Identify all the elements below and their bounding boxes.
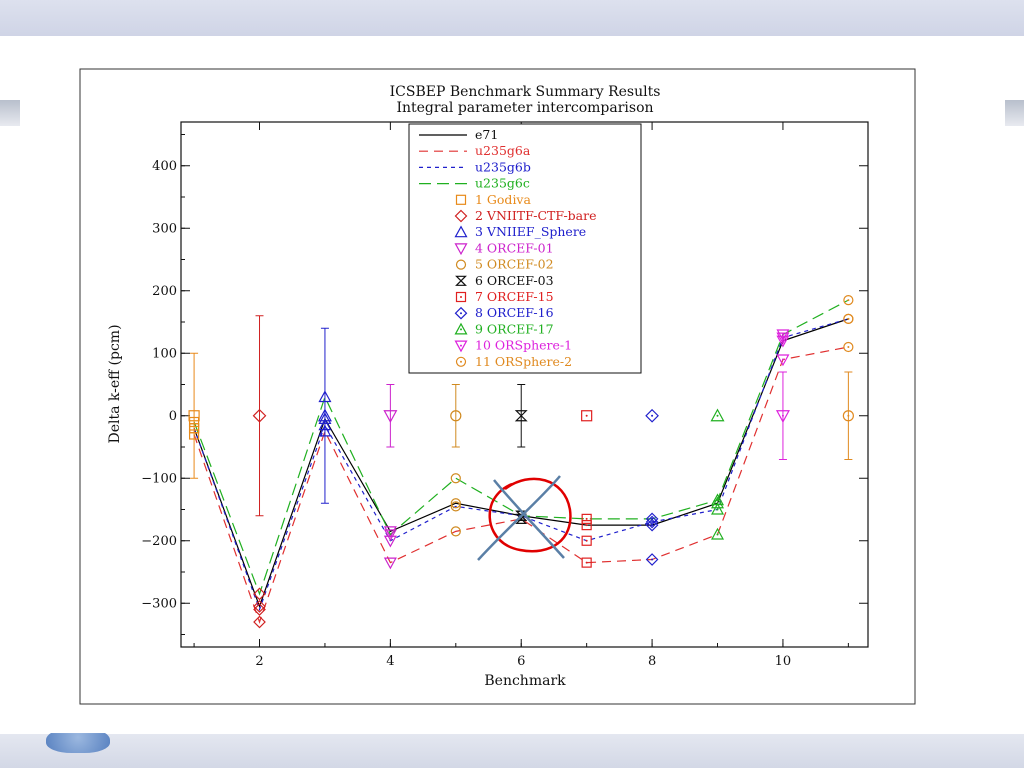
legend-marker-8-dot xyxy=(460,312,462,315)
chart-subtitle: Integral parameter intercomparison xyxy=(396,100,653,116)
benchmark-point-11-dot xyxy=(847,414,850,417)
legend-label-benchmark-5: 5 ORCEF-02 xyxy=(475,257,554,272)
x-tick-label: 4 xyxy=(386,654,394,669)
benchmark-chart: ICSBEP Benchmark Summary Results Integra… xyxy=(79,68,916,705)
x-tick-label: 6 xyxy=(517,654,525,669)
legend-marker-11-dot xyxy=(460,360,462,363)
legend-label-benchmark-11: 11 ORSphere-2 xyxy=(475,354,572,369)
legend-label-u235g6a: u235g6a xyxy=(475,143,531,158)
legend-marker-10-dot xyxy=(460,344,462,347)
y-tick-label: 300 xyxy=(152,221,177,236)
legend-label-benchmark-2: 2 VNIITF-CTF-bare xyxy=(475,208,597,223)
legend-label-benchmark-6: 6 ORCEF-03 xyxy=(475,273,554,288)
y-tick-label: −300 xyxy=(141,596,177,611)
calc-point-u235g6c-10-dot xyxy=(781,333,784,336)
benchmark-point-10-dot xyxy=(781,414,784,417)
legend-label-benchmark-1: 1 Godiva xyxy=(475,192,531,207)
x-tick-label: 8 xyxy=(648,654,656,669)
legend-label-benchmark-3: 3 VNIIEF_Sphere xyxy=(475,224,586,239)
y-tick-label: 200 xyxy=(152,284,177,299)
calc-point-u235g6b-7-dot xyxy=(585,539,588,542)
calc-point-u235g6a-11-dot xyxy=(847,346,850,348)
legend-marker-9-dot xyxy=(460,328,462,331)
calc-point-u235g6a-7-dot xyxy=(585,561,588,564)
x-tick-label: 10 xyxy=(775,654,792,669)
calc-point-u235g6a-10-dot xyxy=(781,358,784,361)
benchmark-point-7-dot xyxy=(585,414,588,417)
calc-point-e71-7-dot xyxy=(585,524,588,527)
calc-point-u235g6c-5 xyxy=(450,473,461,484)
y-tick-label: −100 xyxy=(141,471,177,486)
calc-point-u235g6a-9-dot xyxy=(716,533,719,536)
y-tick-label: 0 xyxy=(169,409,177,424)
legend-label-benchmark-9: 9 ORCEF-17 xyxy=(475,321,554,336)
calc-point-u235g6b-9-dot xyxy=(716,508,719,511)
chart-title: ICSBEP Benchmark Summary Results xyxy=(390,84,661,100)
legend-label-u235g6c: u235g6c xyxy=(475,176,530,191)
legend-label-benchmark-4: 4 ORCEF-01 xyxy=(475,240,554,255)
y-tick-label: −200 xyxy=(141,534,177,549)
legend-label-benchmark-10: 10 ORSphere-1 xyxy=(475,338,572,353)
benchmark-point-9-dot xyxy=(716,414,719,417)
calc-point-u235g6b-11-dot xyxy=(847,317,850,320)
benchmark-point-8-dot xyxy=(651,414,654,417)
x-tick-label: 2 xyxy=(255,654,263,669)
x-axis-label: Benchmark xyxy=(484,673,566,689)
calc-point-u235g6c-8-dot xyxy=(651,517,654,520)
annotation-cross-stroke-1 xyxy=(493,479,565,559)
legend-label-u235g6b: u235g6b xyxy=(475,159,531,174)
legend-label-e71: e71 xyxy=(475,127,498,142)
legend-label-benchmark-8: 8 ORCEF-16 xyxy=(475,305,554,320)
calc-point-u235g6b-8-dot xyxy=(651,521,654,523)
legend-marker-7-dot xyxy=(460,296,462,298)
legend-label-benchmark-7: 7 ORCEF-15 xyxy=(475,289,554,304)
calc-point-u235g6a-8-dot xyxy=(651,558,654,561)
calc-point-u235g6c-9-dot xyxy=(716,499,719,502)
y-axis-label: Delta k-eff (pcm) xyxy=(107,324,123,443)
calc-point-u235g6c-11-dot xyxy=(847,299,850,302)
y-tick-label: 100 xyxy=(152,346,177,361)
calc-point-u235g6c-7-dot xyxy=(585,517,588,520)
y-tick-label: 400 xyxy=(152,159,177,174)
